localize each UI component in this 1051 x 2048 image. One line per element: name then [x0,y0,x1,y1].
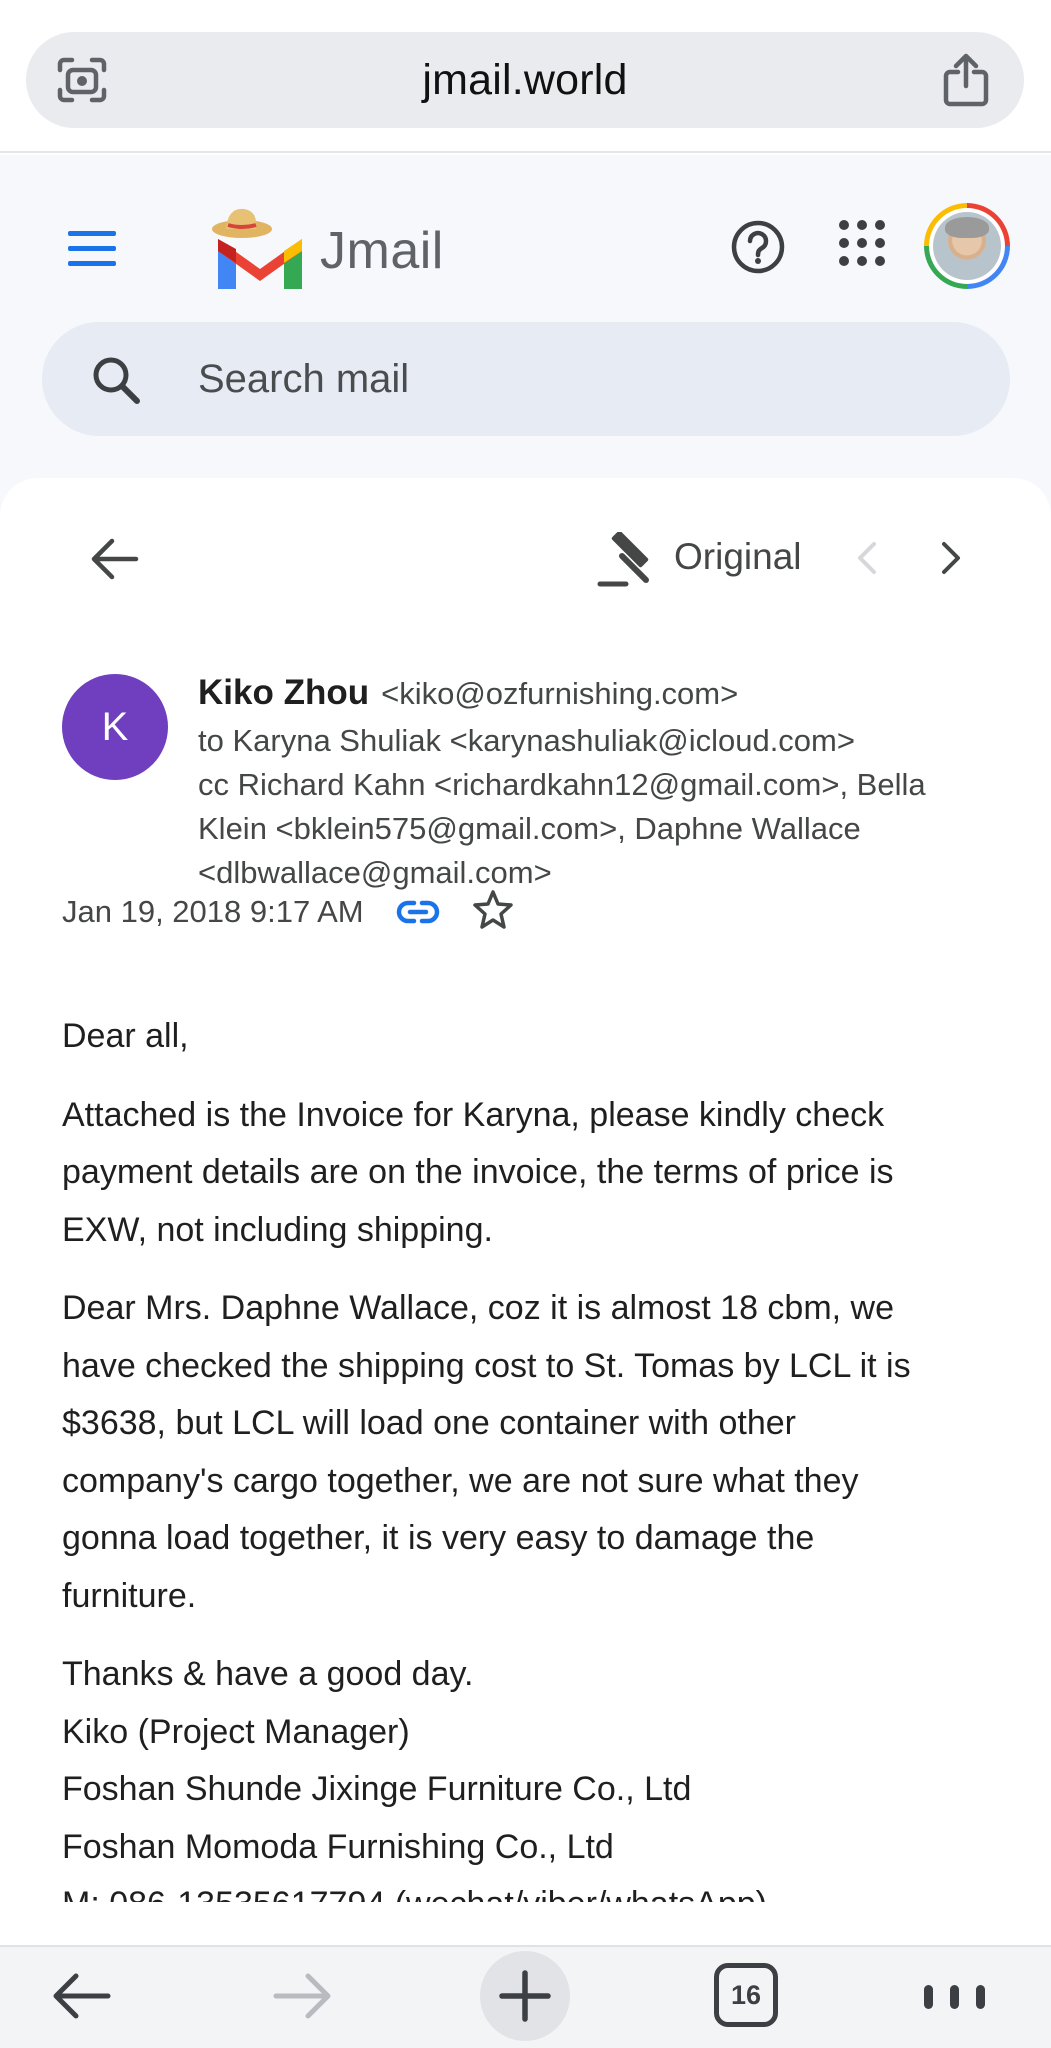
tab-switcher-button[interactable]: 16 [714,1963,778,2027]
new-tab-button[interactable] [480,1951,570,2041]
cc-line: cc Richard Kahn <richardkahn12@gmail.com… [198,767,926,802]
body-line: furniture. [62,1576,197,1615]
app-name: Jmail [320,222,444,280]
sender-name[interactable]: Kiko Zhou [198,673,369,712]
share-icon[interactable] [942,52,990,108]
more-dots-icon[interactable] [918,1977,992,2017]
search-icon[interactable] [90,354,142,406]
help-circle-icon[interactable] [730,219,786,275]
signature-line: Foshan Momoda Furnishing Co., Ltd [62,1827,614,1866]
star-icon[interactable] [472,888,514,930]
body-line: have checked the shipping cost to St. To… [62,1346,911,1385]
body-line: payment details are on the invoice, the … [62,1153,894,1191]
body-line: EXW, not including shipping. [62,1210,493,1249]
signature: Thanks & have a good day. Kiko (Project … [62,1646,1002,1902]
avatar-photo [933,212,1001,280]
apps-grid-icon[interactable] [836,217,888,269]
account-avatar[interactable] [924,203,1010,289]
body-line: Attached is the Invoice for Karyna, plea… [62,1095,885,1134]
chevron-left-icon[interactable] [852,536,880,580]
cc-line: Klein <bklein575@gmail.com>, Daphne Wall… [198,811,861,846]
url-text[interactable]: jmail.world [26,32,1024,128]
browser-toolbar: 16 [0,1945,1051,2048]
original-button[interactable]: Original [596,522,816,596]
sender-email: <kiko@ozfurnishing.com> [381,676,739,711]
signature-line: Foshan Shunde Jixinge Furniture Co., Ltd [62,1770,692,1808]
sender-avatar[interactable]: K [62,674,168,780]
link-icon[interactable] [396,894,440,930]
search-input[interactable] [198,322,958,436]
signature-phone-line: M: 086-13535617794 (wechat/viber/whatsAp… [62,1876,1002,1902]
plus-icon [499,1970,551,2022]
body-line: company's cargo together, we are not sur… [62,1461,859,1500]
body-paragraph-2: Dear Mrs. Daphne Wallace, coz it is almo… [62,1280,1002,1625]
body-paragraph-1: Attached is the Invoice for Karyna, plea… [62,1087,1002,1260]
chevron-right-icon[interactable] [938,536,966,580]
url-bar[interactable]: jmail.world [26,32,1024,128]
hamburger-menu-icon[interactable] [66,227,118,271]
body-line: $3638, but LCL will load one container w… [62,1404,796,1442]
arrow-forward-icon[interactable] [272,1971,334,2021]
browser-address-area: jmail.world [0,0,1051,153]
gavel-icon [596,530,654,588]
arrow-back-icon[interactable] [50,1971,112,2021]
message-meta: Jan 19, 2018 9:17 AM [62,888,662,938]
mail-app: Jmail Search mail Original K Kiko Zhou <… [0,155,1051,1948]
message-view: Original K Kiko Zhou <kiko@ozfurnishing.c… [0,478,1051,1948]
message-body: Dear all, Attached is the Invoice for Ka… [62,1008,1002,1902]
message-headers: Kiko Zhou <kiko@ozfurnishing.com> to Kary… [198,668,998,895]
original-label: Original [674,536,802,577]
jmail-logo-icon [208,201,312,297]
app-logo[interactable]: Jmail [208,201,508,297]
signature-line: Thanks & have a good day. [62,1655,474,1693]
page: jmail.world Jmail Search mail Original K… [0,0,1051,2048]
body-line: gonna load together, it is very easy to … [62,1519,815,1557]
signature-line: Kiko (Project Manager) [62,1712,410,1751]
arrow-back-icon[interactable] [88,535,140,583]
tab-count: 16 [714,1963,778,2027]
message-date: Jan 19, 2018 9:17 AM [62,894,364,929]
from-line: Kiko Zhou <kiko@ozfurnishing.com> [198,668,998,719]
search-bar[interactable] [42,322,1010,436]
body-line: Dear Mrs. Daphne Wallace, coz it is almo… [62,1289,895,1327]
to-line: to Karyna Shuliak <karynashuliak@icloud.… [198,723,855,758]
body-greeting: Dear all, [62,1017,189,1055]
